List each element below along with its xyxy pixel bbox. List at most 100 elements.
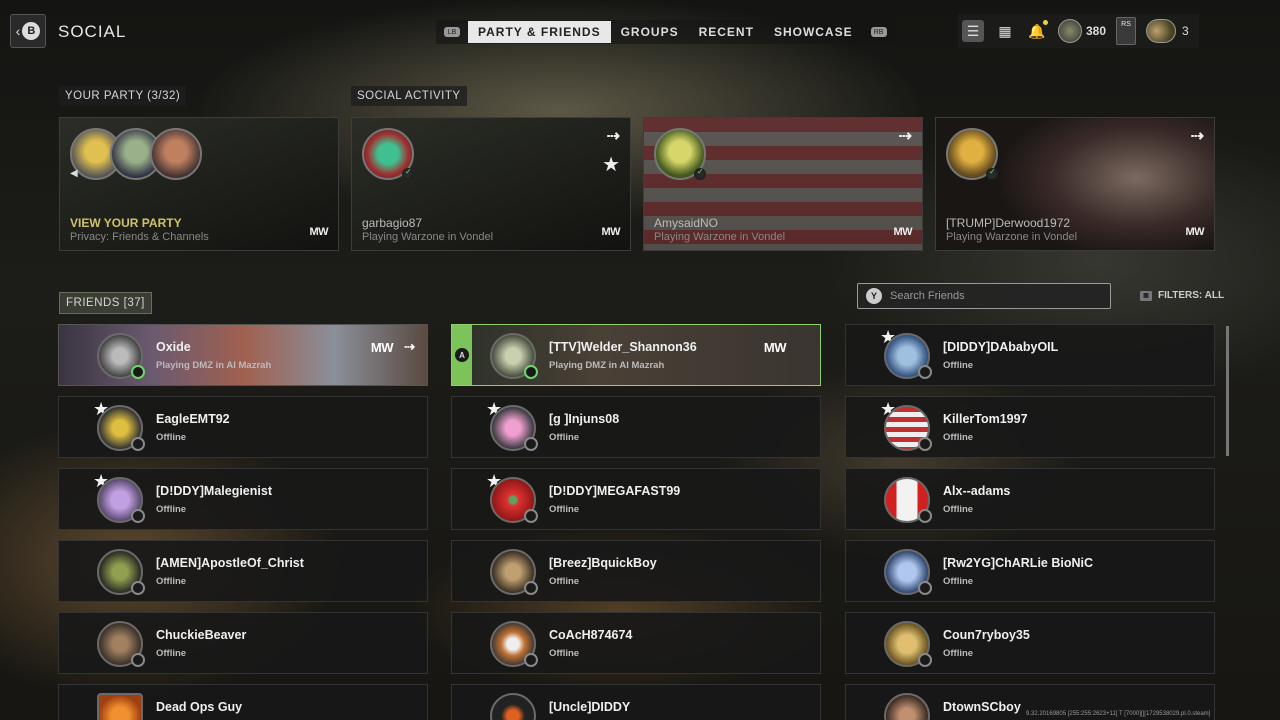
friend-name: [Rw2YG]ChARLie BioNiC [943,556,1093,570]
friend-name: [g ]Injuns08 [549,412,620,426]
friend-card[interactable]: [Breez]BquickBoy Offline [451,540,821,602]
friend-card[interactable]: ★ [D!DDY]Malegienist Offline [58,468,428,530]
menu-icon[interactable]: ☰ [962,20,984,42]
tab-bar: LB PARTY & FRIENDS GROUPS RECENT SHOWCAS… [436,20,895,44]
filter-icon: ▦ [1140,290,1152,301]
activity-card[interactable]: ⇢ [TRUMP]Derwood1972 Playing Warzone in … [935,117,1215,251]
activity-card[interactable]: ⇢ ★ garbagio87 Playing Warzone in Vondel… [351,117,631,251]
friend-status: Offline [549,504,580,515]
friend-name: Alx--adams [943,484,1011,498]
chevron-left-icon: ‹ [15,23,21,39]
offline-status-icon [524,437,538,451]
player-name: AmysaidNO [654,216,719,230]
friend-card[interactable]: CoAcH874674 Offline [451,612,821,674]
friend-name: CoAcH874674 [549,628,633,642]
friend-status: Offline [943,432,974,443]
friend-status: Offline [549,432,580,443]
join-arrow-icon[interactable]: ⇢ [404,339,415,355]
friend-status: Offline [549,576,580,587]
mw-logo-icon: MW [370,340,394,355]
mw-logo-icon: MW [893,226,912,238]
friend-card[interactable]: ★ [g ]Injuns08 Offline [451,396,821,458]
y-button-icon: Y [866,288,882,304]
speaker-icon: ◀ [70,168,78,179]
join-arrow-icon[interactable]: ⇢ [1191,126,1204,146]
friend-card[interactable]: ChuckieBeaver Offline [58,612,428,674]
friend-card-selected[interactable]: A [TTV]Welder_Shannon36 Playing DMZ in A… [451,324,821,386]
filters-label: FILTERS: ALL [1158,290,1225,301]
offline-status-icon [918,653,932,667]
friend-card[interactable]: [Uncle]DIDDY [451,684,821,720]
a-button-icon: A [455,348,469,362]
friend-status: Offline [156,432,187,443]
friend-status: Offline [156,576,187,587]
friend-name: [Breez]BquickBoy [549,556,657,570]
online-status-icon [131,365,145,379]
friend-card[interactable]: ★ [DIDDY]DAbabyOIL Offline [845,324,1215,386]
friend-card[interactable]: [Rw2YG]ChARLie BioNiC Offline [845,540,1215,602]
search-friends-field[interactable]: Y [857,283,1111,309]
friend-name: EagleEMT92 [156,412,230,426]
a-button: A [452,325,472,385]
friend-card[interactable]: Dead Ops Guy [58,684,428,720]
friend-card[interactable]: [AMEN]ApostleOf_Christ Offline [58,540,428,602]
top-bar: ‹ B SOCIAL LB PARTY & FRIENDS GROUPS REC… [0,0,1280,62]
online-status-icon [986,167,998,180]
search-input[interactable] [890,290,1090,302]
friend-card[interactable]: ★ EagleEMT92 Offline [58,396,428,458]
friends-label: FRIENDS [37] [59,292,152,314]
page-title: SOCIAL [58,22,127,41]
mw-logo-icon: MW [763,340,787,355]
online-status-icon [694,167,706,180]
activity-card[interactable]: ⇢ AmysaidNO Playing Warzone in Vondel MW [643,117,923,251]
filters-button[interactable]: ▦ FILTERS: ALL [1140,290,1224,301]
cod-points[interactable]: 380 [1058,19,1106,43]
tab-recent[interactable]: RECENT [689,21,764,43]
top-right-toolbar: ☰ ▦ 🔔 380 RS 3 [958,14,1199,48]
offline-status-icon [131,581,145,595]
version-string: 9.32.20169805 [255:255:2623+11] T [7000]… [1026,711,1211,717]
online-status-icon [402,167,414,180]
offline-status-icon [918,581,932,595]
friend-name: [D!DDY]Malegienist [156,484,272,498]
friend-card[interactable]: Alx--adams Offline [845,468,1215,530]
tab-showcase[interactable]: SHOWCASE [764,21,863,43]
party-member-avatar [150,128,202,180]
party-card[interactable]: ◀ VIEW YOUR PARTY Privacy: Friends & Cha… [59,117,339,251]
player-name: [TRUMP]Derwood1972 [946,216,1071,230]
bell-icon[interactable]: 🔔 [1026,20,1048,42]
join-arrow-icon[interactable]: ⇢ [899,126,912,146]
friend-avatar [884,693,930,720]
friend-name: KillerTom1997 [943,412,1028,426]
friend-card[interactable]: ★ KillerTom1997 Offline [845,396,1215,458]
friends-scrollbar[interactable] [1226,326,1229,456]
tab-groups[interactable]: GROUPS [611,21,689,43]
grid-icon[interactable]: ▦ [994,20,1016,42]
friend-card[interactable]: ★ [D!DDY]MEGAFAST99 Offline [451,468,821,530]
party-indicator[interactable]: 3 [1146,19,1189,43]
tab-party-friends[interactable]: PARTY & FRIENDS [468,21,611,43]
offline-status-icon [131,509,145,523]
party-avatars-icon [1146,19,1177,43]
online-status-icon [524,365,538,379]
favorite-star-icon: ★ [602,154,620,176]
friend-card[interactable]: Coun7ryboy35 Offline [845,612,1215,674]
friend-card[interactable]: Oxide Playing DMZ in Al Mazrah MW ⇢ [58,324,428,386]
friend-name: ChuckieBeaver [156,628,247,642]
offline-status-icon [524,581,538,595]
player-status: Playing Warzone in Vondel [654,231,786,243]
join-arrow-icon[interactable]: ⇢ [607,126,620,146]
cod-points-icon [1058,19,1082,43]
friend-name: [TTV]Welder_Shannon36 [549,340,697,354]
friend-status: Offline [943,576,974,587]
party-count: 3 [1182,24,1189,38]
offline-status-icon [918,437,932,451]
friend-avatar [490,693,536,720]
offline-status-icon [131,437,145,451]
party-privacy: Privacy: Friends & Channels [70,231,209,243]
friend-status: Offline [943,360,974,371]
friend-name: [AMEN]ApostleOf_Christ [156,556,304,570]
player-status: Playing Warzone in Vondel [362,231,494,243]
back-button[interactable]: ‹ B [10,14,46,48]
offline-status-icon [524,653,538,667]
